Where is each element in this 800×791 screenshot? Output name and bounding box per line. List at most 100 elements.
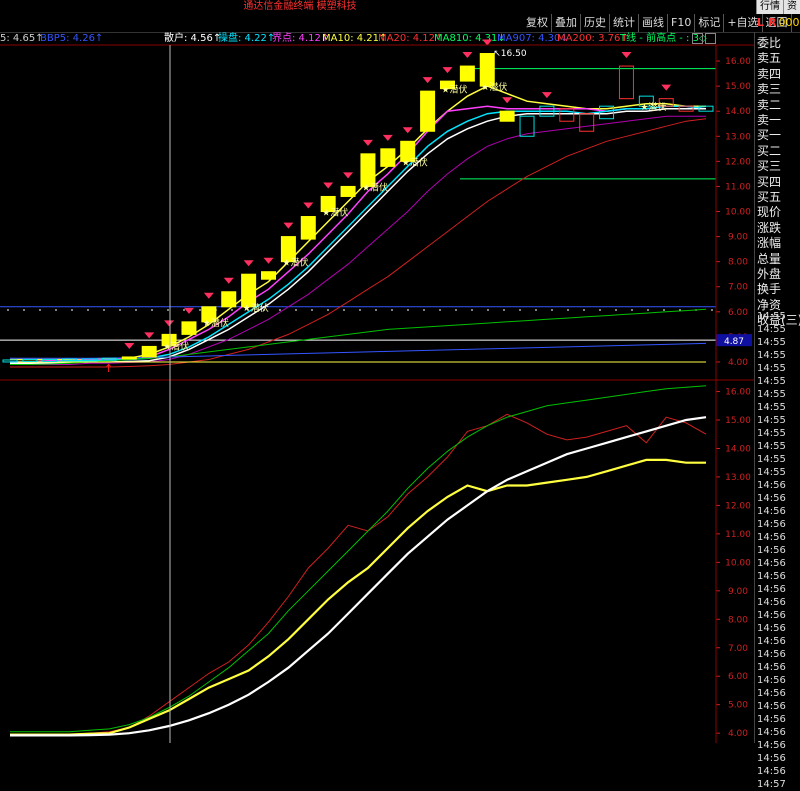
dotted-guide [407,309,409,311]
price-chart[interactable]: 16.0015.0014.0013.0012.0011.0010.009.008… [0,0,754,743]
l-label[interactable]: L [757,16,764,29]
signal-diamond [124,343,134,349]
dotted-guide [567,309,569,311]
candle-bar [341,186,355,196]
lower-tick-label: 10.00 [725,558,751,568]
candle-bar [222,292,236,307]
dotted-guide [423,309,425,311]
dotted-guide [647,309,649,311]
quote-label: 外盘 [757,267,781,282]
upper-tick-label: 6.00 [728,308,748,318]
dotted-guide [551,309,553,311]
lower-tick-label: 16.00 [725,388,751,398]
tick-time: 14:56 [757,583,786,596]
r-label[interactable]: R [768,16,776,29]
lower-series-line [10,460,706,735]
tick-time: 14:56 [757,596,786,609]
quote-label: 买一 [757,128,781,143]
signal-diamond [244,260,254,266]
candle-bar [421,91,435,131]
tick-time: 14:56 [757,765,786,778]
candle-bar [142,346,156,357]
candle-bar [580,114,594,132]
upper-tick-label: 16.00 [725,57,751,67]
dotted-guide [391,309,393,311]
latent-label: ★潜伏 [481,81,507,93]
lower-tick-label: 4.00 [728,729,748,739]
dotted-guide [519,309,521,311]
dotted-guide [375,309,377,311]
quote-label: 涨跌 [757,221,781,236]
market-button[interactable]: 行情 [756,0,783,14]
candle-bar [500,111,514,121]
signal-diamond [343,172,353,178]
signal-diamond [442,67,452,73]
tick-time: 14:55 [757,310,786,323]
candle-bar [122,357,136,359]
dotted-guide [119,309,121,311]
dotted-guide [199,309,201,311]
dotted-guide [487,309,489,311]
tick-time: 14:56 [757,752,786,765]
latent-label: ★潜伏 [163,341,189,353]
lower-tick-label: 6.00 [728,672,748,682]
price-tag-text: 4.87 [724,337,744,347]
upper-tick-label: 9.00 [728,233,748,243]
candle-bar [619,66,633,99]
lower-tick-label: 15.00 [725,416,751,426]
tick-time: 14:56 [757,622,786,635]
upper-series-line [10,309,706,364]
signal-diamond [144,332,154,338]
tick-time: 14:56 [757,739,786,752]
dotted-guide [87,309,89,311]
tick-time: 14:56 [757,700,786,713]
dotted-guide [151,309,153,311]
tick-time: 14:56 [757,570,786,583]
dotted-guide [327,309,329,311]
chart-frame [0,45,754,743]
tick-time: 14:55 [757,401,786,414]
info-button[interactable]: 资 [783,0,800,14]
quote-sidebar: 委比卖五卖四卖三卖二卖一买一买二买三买四买五现价涨跌涨幅总量外盘换手净资收益(三… [754,32,800,743]
tick-time: 14:55 [757,362,786,375]
tick-time: 14:55 [757,336,786,349]
tick-time: 14:55 [757,440,786,453]
dotted-guide [455,309,457,311]
upper-tick-label: 14.00 [725,107,751,117]
up-arrow-icon: ↑ [104,362,113,375]
lower-tick-label: 7.00 [728,644,748,654]
dotted-guide [583,309,585,311]
quote-label: 总量 [757,252,781,267]
upper-series-line [10,106,706,362]
signal-diamond [363,140,373,146]
lower-tick-label: 12.00 [725,501,751,511]
tick-time: 14:56 [757,544,786,557]
upper-tick-label: 7.00 [728,283,748,293]
quote-label: 现价 [757,205,781,220]
latent-label: ★潜伏 [640,101,666,113]
tick-time: 14:55 [757,323,786,336]
quote-label: 买五 [757,190,781,205]
latent-label: ★潜伏 [362,181,388,193]
latent-label: ★潜伏 [282,257,308,269]
dotted-guide [615,309,617,311]
upper-tick-label: 11.00 [725,182,751,192]
lower-series-line [10,386,706,732]
quote-label: 卖五 [757,51,781,66]
dotted-guide [631,309,633,311]
candle-bar [301,217,315,240]
candle-bar [23,359,37,361]
upper-series-line [10,119,706,367]
dotted-guide [135,309,137,311]
dotted-guide [503,309,505,311]
tick-time: 14:56 [757,609,786,622]
tick-time: 14:56 [757,531,786,544]
latent-label: ★潜伏 [402,156,428,168]
dotted-guide [167,309,169,311]
signal-diamond [283,223,293,229]
quote-label: 卖一 [757,113,781,128]
upper-tick-label: 12.00 [725,157,751,167]
tick-time: 14:55 [757,453,786,466]
candle-bar [3,360,17,362]
latent-label: ★潜伏 [243,302,269,314]
